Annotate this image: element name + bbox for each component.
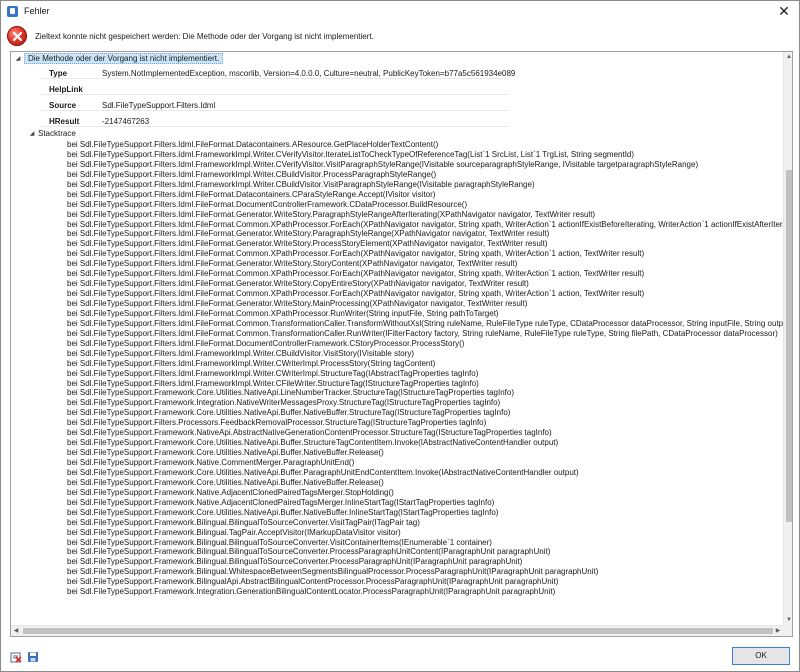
stacktrace-line: bei Sdl.FileTypeSupport.Filters.Idml.Fil… [67, 229, 550, 239]
stacktrace-line: bei Sdl.FileTypeSupport.Filters.Idml.Fil… [67, 328, 778, 338]
stacktrace-line: bei Sdl.FileTypeSupport.Framework.Biling… [67, 557, 523, 567]
stacktrace-line: bei Sdl.FileTypeSupport.Filters.Idml.Fil… [67, 338, 465, 348]
stacktrace-line: bei Sdl.FileTypeSupport.Filters.Idml.Fil… [67, 219, 783, 229]
delete-log-icon[interactable] [10, 651, 22, 663]
property-key: HelpLink [49, 85, 83, 94]
stacktrace-line: bei Sdl.FileTypeSupport.Filters.Idml.Fil… [67, 318, 783, 328]
stacktrace-line: bei Sdl.FileTypeSupport.Filters.Idml.Fil… [67, 269, 645, 279]
app-icon [7, 6, 18, 17]
title-bar: Fehler ✕ [1, 1, 799, 21]
property-value: System.NotImplementedException, mscorlib… [102, 69, 516, 78]
stacktrace-list: bei Sdl.FileTypeSupport.Filters.Idml.Fil… [67, 140, 783, 597]
stacktrace-line: bei Sdl.FileTypeSupport.Filters.Idml.Fil… [67, 249, 645, 259]
stacktrace-line: bei Sdl.FileTypeSupport.Filters.Idml.Fra… [67, 378, 479, 388]
property-row-source: Source Sdl.FileTypeSupport.Filters.Idml [41, 99, 508, 111]
stacktrace-line: bei Sdl.FileTypeSupport.Framework.Core.U… [67, 388, 514, 398]
scroll-down-icon[interactable]: ▼ [784, 615, 792, 625]
property-key: Source [49, 101, 77, 110]
stacktrace-line: bei Sdl.FileTypeSupport.Filters.Idml.Fil… [67, 209, 596, 219]
stacktrace-line: bei Sdl.FileTypeSupport.Framework.Core.U… [67, 438, 559, 448]
stacktrace-line: bei Sdl.FileTypeSupport.Filters.Idml.Fil… [67, 239, 548, 249]
vertical-scrollbar[interactable]: ▲ ▼ [783, 52, 792, 625]
ok-button[interactable]: OK [732, 647, 790, 665]
horizontal-scroll-thumb[interactable] [23, 628, 773, 634]
scroll-up-icon[interactable]: ▲ [784, 52, 792, 62]
stacktrace-line: bei Sdl.FileTypeSupport.Filters.Idml.Fil… [67, 140, 439, 149]
stacktrace-line: bei Sdl.FileTypeSupport.Framework.Native… [67, 497, 495, 507]
stacktrace-line: bei Sdl.FileTypeSupport.Framework.Core.U… [67, 477, 384, 487]
error-header: Zieltext konnte nicht gespeichert werden… [1, 21, 799, 51]
error-dialog: Fehler ✕ Zieltext konnte nicht gespeiche… [0, 0, 800, 672]
property-row-hresult: HResult -2147467263 [41, 115, 508, 127]
stacktrace-line: bei Sdl.FileTypeSupport.Filters.Idml.Fra… [67, 169, 437, 179]
stacktrace-line: bei Sdl.FileTypeSupport.Framework.Integr… [67, 398, 501, 408]
exception-tree[interactable]: ◢ Die Methode oder der Vorgang ist nicht… [10, 51, 793, 637]
stacktrace-line: bei Sdl.FileTypeSupport.Framework.Integr… [67, 587, 556, 597]
save-icon[interactable] [27, 651, 39, 663]
stacktrace-line: bei Sdl.FileTypeSupport.Filters.Idml.Fil… [67, 199, 468, 209]
stacktrace-line: bei Sdl.FileTypeSupport.Filters.Idml.Fil… [67, 308, 499, 318]
stacktrace-line: bei Sdl.FileTypeSupport.Filters.Idml.Fra… [67, 348, 415, 358]
stacktrace-line: bei Sdl.FileTypeSupport.Filters.Idml.Fil… [67, 299, 528, 308]
stacktrace-line: bei Sdl.FileTypeSupport.Framework.Biling… [67, 567, 599, 577]
stacktrace-line: bei Sdl.FileTypeSupport.Framework.Native… [67, 428, 552, 438]
scroll-corner [783, 625, 792, 636]
tree-root-node[interactable]: Die Methode oder der Vorgang ist nicht i… [24, 53, 224, 64]
error-icon [7, 26, 27, 46]
property-row-type: Type System.NotImplementedException, msc… [41, 67, 515, 79]
stacktrace-line: bei Sdl.FileTypeSupport.Framework.Native… [67, 458, 355, 467]
property-key: HResult [49, 117, 80, 126]
stacktrace-line: bei Sdl.FileTypeSupport.Framework.Biling… [67, 517, 420, 527]
stacktrace-line: bei Sdl.FileTypeSupport.Filters.Idml.Fil… [67, 289, 645, 299]
stacktrace-line: bei Sdl.FileTypeSupport.Filters.Idml.Fil… [67, 259, 518, 269]
stacktrace-line: bei Sdl.FileTypeSupport.Filters.Idml.Fil… [67, 189, 436, 199]
stacktrace-line: bei Sdl.FileTypeSupport.Filters.Idml.Fra… [67, 159, 699, 169]
property-key: Type [49, 69, 68, 78]
stacktrace-line: bei Sdl.FileTypeSupport.Framework.Native… [67, 487, 394, 497]
tree-content: ◢ Die Methode oder der Vorgang ist nicht… [11, 52, 783, 625]
stacktrace-line: bei Sdl.FileTypeSupport.Filters.Idml.Fra… [67, 368, 479, 378]
stacktrace-line: bei Sdl.FileTypeSupport.Filters.Idml.Fra… [67, 179, 535, 189]
property-value: -2147467263 [102, 117, 150, 126]
property-value: Sdl.FileTypeSupport.Filters.Idml [102, 101, 216, 110]
stacktrace-node[interactable]: Stacktrace [38, 129, 76, 138]
scroll-left-icon[interactable]: ◀ [11, 626, 21, 636]
stacktrace-line: bei Sdl.FileTypeSupport.Framework.Core.U… [67, 448, 384, 458]
stacktrace-line: bei Sdl.FileTypeSupport.Filters.Idml.Fil… [67, 279, 529, 289]
property-row-helplink: HelpLink [41, 83, 508, 95]
collapse-root-icon[interactable]: ◢ [14, 55, 22, 63]
stacktrace-line: bei Sdl.FileTypeSupport.Filters.Idml.Fra… [67, 149, 635, 159]
stacktrace-line: bei Sdl.FileTypeSupport.Framework.Core.U… [67, 467, 579, 477]
close-button[interactable]: ✕ [773, 3, 795, 19]
horizontal-scrollbar[interactable]: ◀ ▶ [11, 625, 783, 636]
window-title: Fehler [24, 6, 50, 16]
dialog-footer: OK [1, 641, 799, 671]
error-message: Zieltext konnte nicht gespeichert werden… [35, 32, 374, 41]
scroll-right-icon[interactable]: ▶ [773, 626, 783, 636]
vertical-scroll-thumb[interactable] [786, 170, 792, 522]
stacktrace-line: bei Sdl.FileTypeSupport.Framework.Biling… [67, 537, 492, 547]
stacktrace-line: bei Sdl.FileTypeSupport.Framework.Biling… [67, 547, 551, 557]
stacktrace-line: bei Sdl.FileTypeSupport.Framework.Core.U… [67, 507, 499, 517]
collapse-stacktrace-icon[interactable]: ◢ [28, 130, 36, 138]
stacktrace-line: bei Sdl.FileTypeSupport.Framework.Core.U… [67, 408, 511, 418]
stacktrace-line: bei Sdl.FileTypeSupport.Filters.Idml.Fra… [67, 358, 436, 368]
stacktrace-line: bei Sdl.FileTypeSupport.Framework.Biling… [67, 527, 401, 537]
stacktrace-line: bei Sdl.FileTypeSupport.Framework.Biling… [67, 577, 559, 587]
stacktrace-line: bei Sdl.FileTypeSupport.Filters.Processo… [67, 418, 487, 428]
